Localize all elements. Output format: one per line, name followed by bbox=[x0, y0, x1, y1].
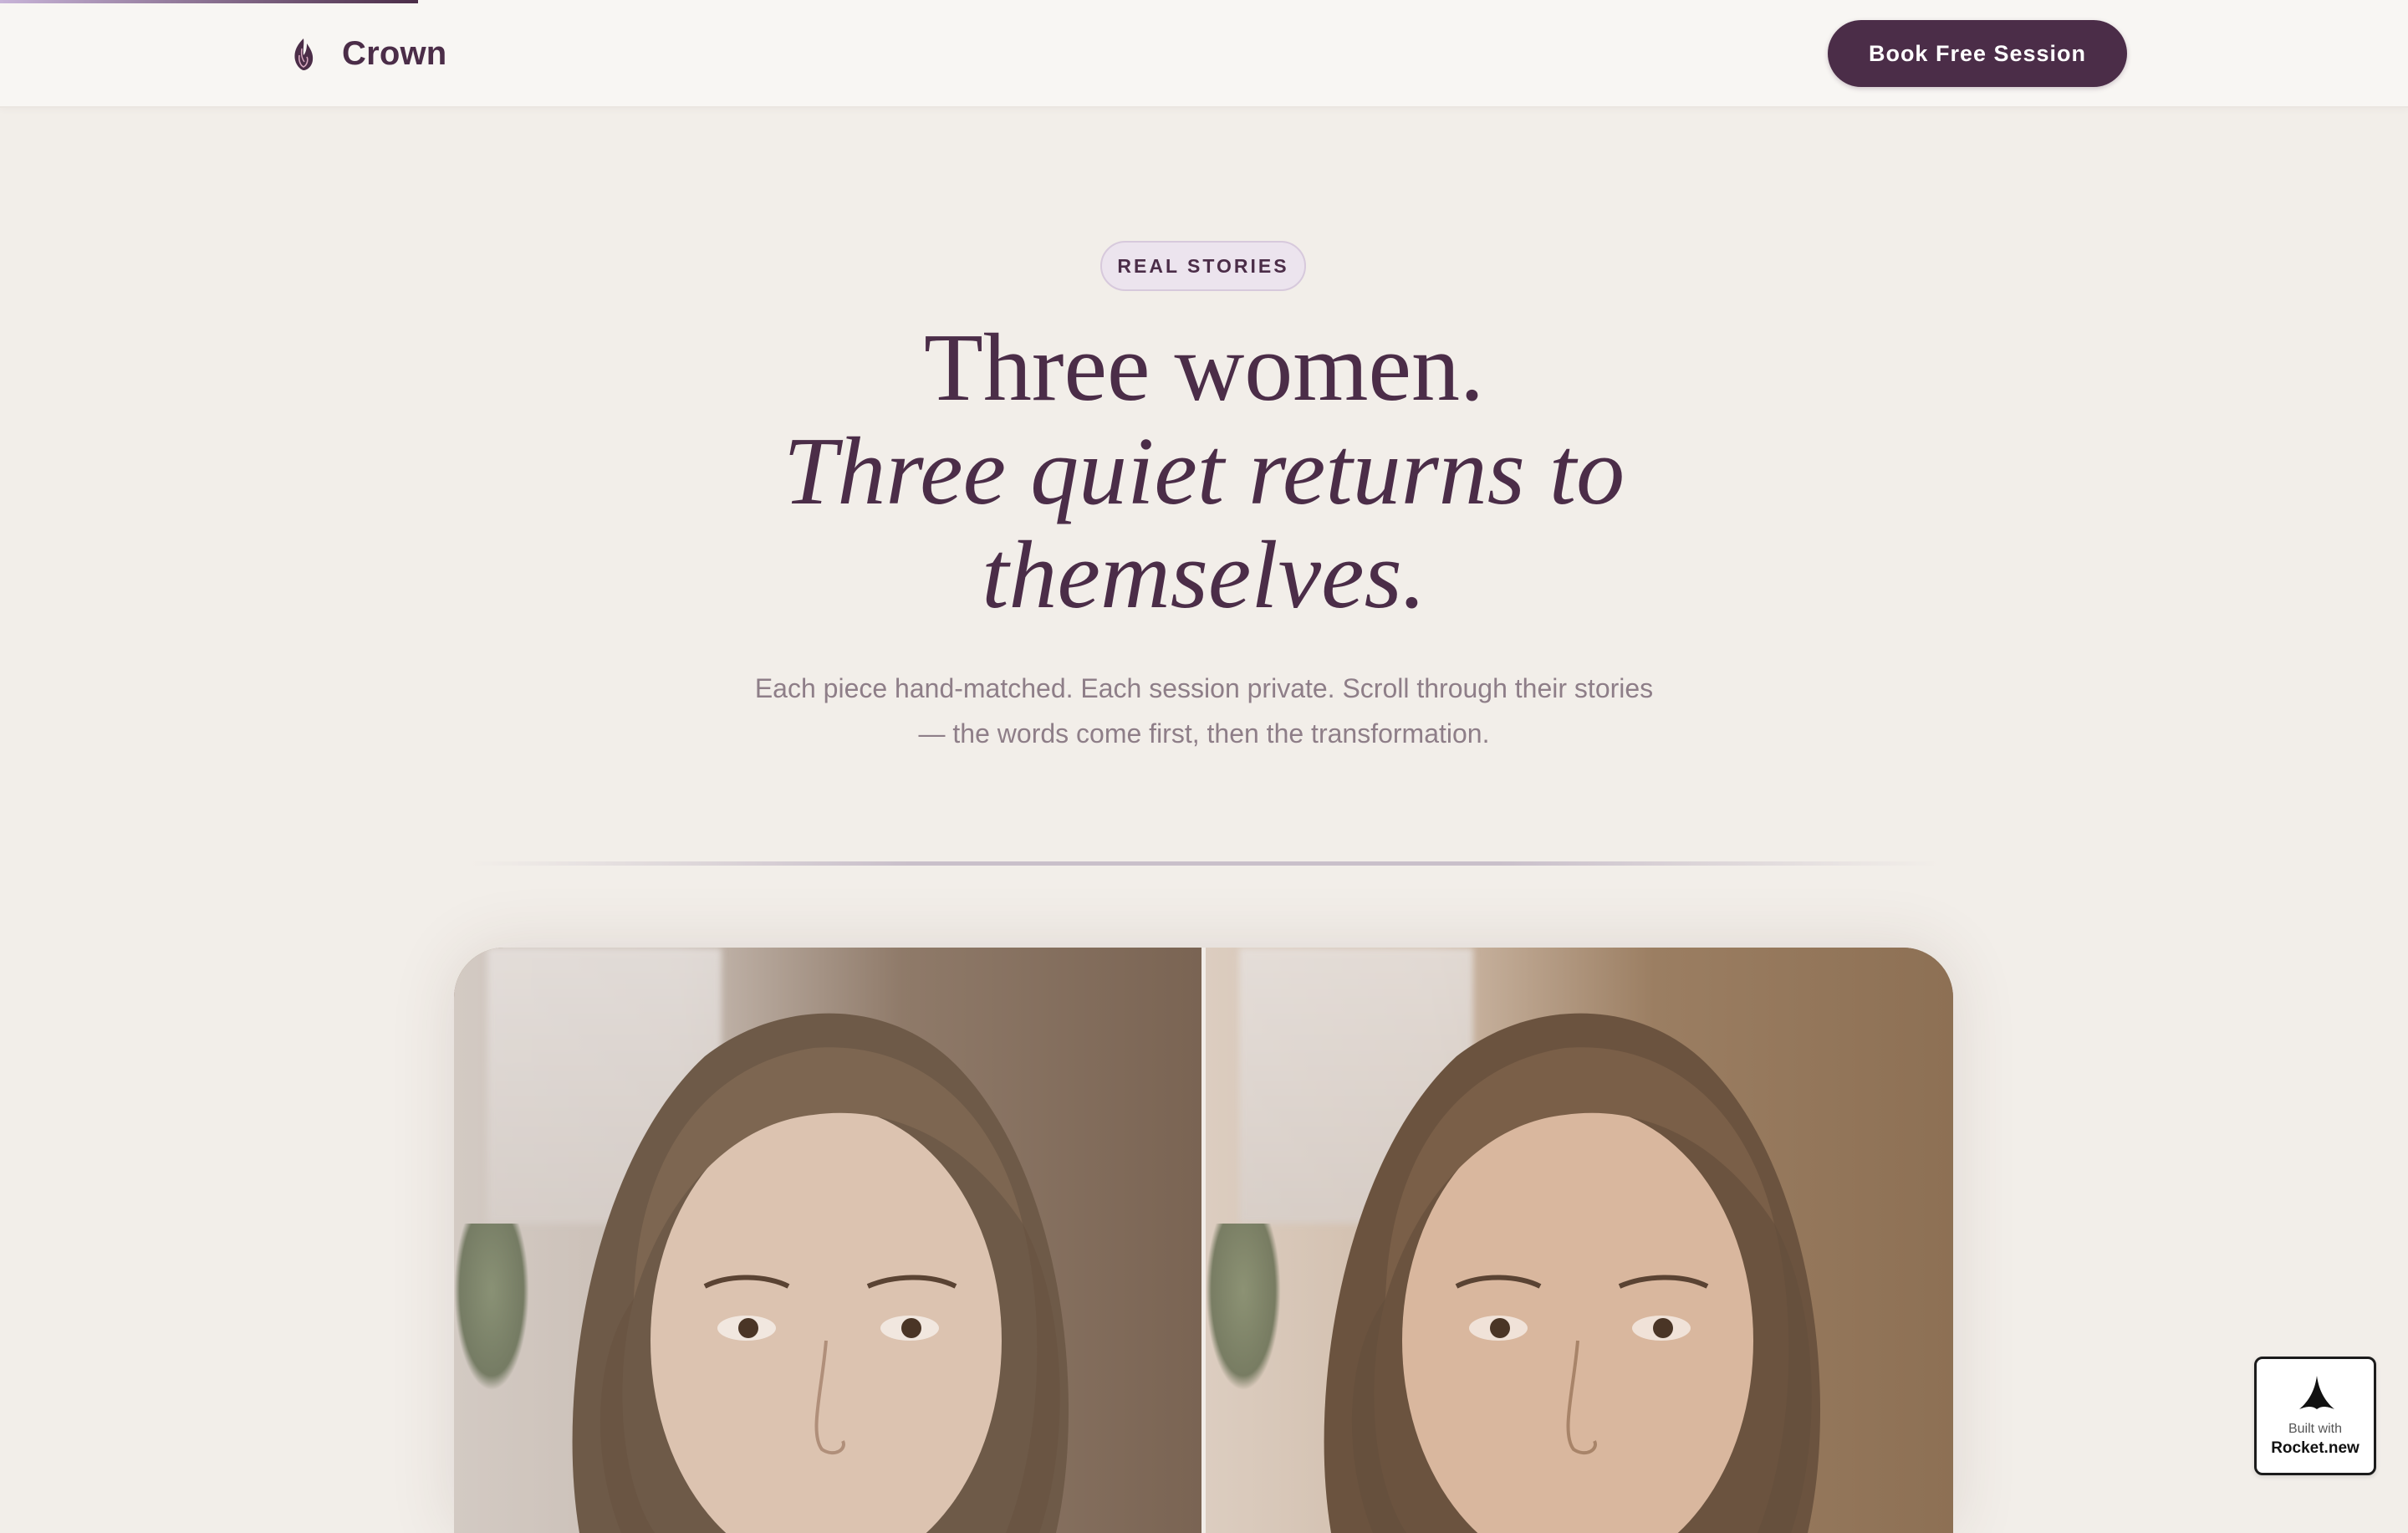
hero-title-line-2: Three quiet returns to bbox=[783, 418, 1625, 525]
scroll-progress-bar bbox=[0, 0, 418, 3]
hero-title-line-3: themselves. bbox=[982, 522, 1426, 629]
badge-built-with-text: Built with bbox=[2288, 1422, 2343, 1436]
portrait-illustration bbox=[572, 1013, 1069, 1533]
portrait-illustration bbox=[1324, 1013, 1820, 1533]
section-eyebrow-badge: REAL STORIES bbox=[1100, 241, 1306, 291]
built-with-rocket-badge[interactable]: Built with Rocket.new bbox=[2254, 1357, 2376, 1475]
before-after-card[interactable] bbox=[454, 948, 1953, 1533]
hero-subtitle-line-1: Each piece hand-matched. Each session pr… bbox=[754, 673, 1654, 703]
hero-subtitle-line-2: — the words come first, then the transfo… bbox=[918, 718, 1490, 749]
before-photo bbox=[454, 948, 1201, 1533]
hero-subtitle: Each piece hand-matched. Each session pr… bbox=[719, 666, 1689, 756]
book-free-session-button[interactable]: Book Free Session bbox=[1828, 20, 2127, 87]
after-photo bbox=[1206, 948, 1953, 1533]
top-navigation: Crown Book Free Session bbox=[0, 0, 2408, 108]
crown-flame-icon bbox=[294, 38, 314, 70]
hero-title: Three women. Three quiet returns to them… bbox=[0, 316, 2408, 627]
rocket-icon bbox=[2299, 1376, 2334, 1409]
brand-name: Crown bbox=[342, 34, 447, 72]
section-divider bbox=[468, 861, 1940, 866]
hero-title-line-1: Three women. bbox=[924, 314, 1484, 422]
brand-logo[interactable]: Crown bbox=[288, 30, 446, 77]
badge-name: Rocket.new bbox=[2271, 1439, 2360, 1457]
